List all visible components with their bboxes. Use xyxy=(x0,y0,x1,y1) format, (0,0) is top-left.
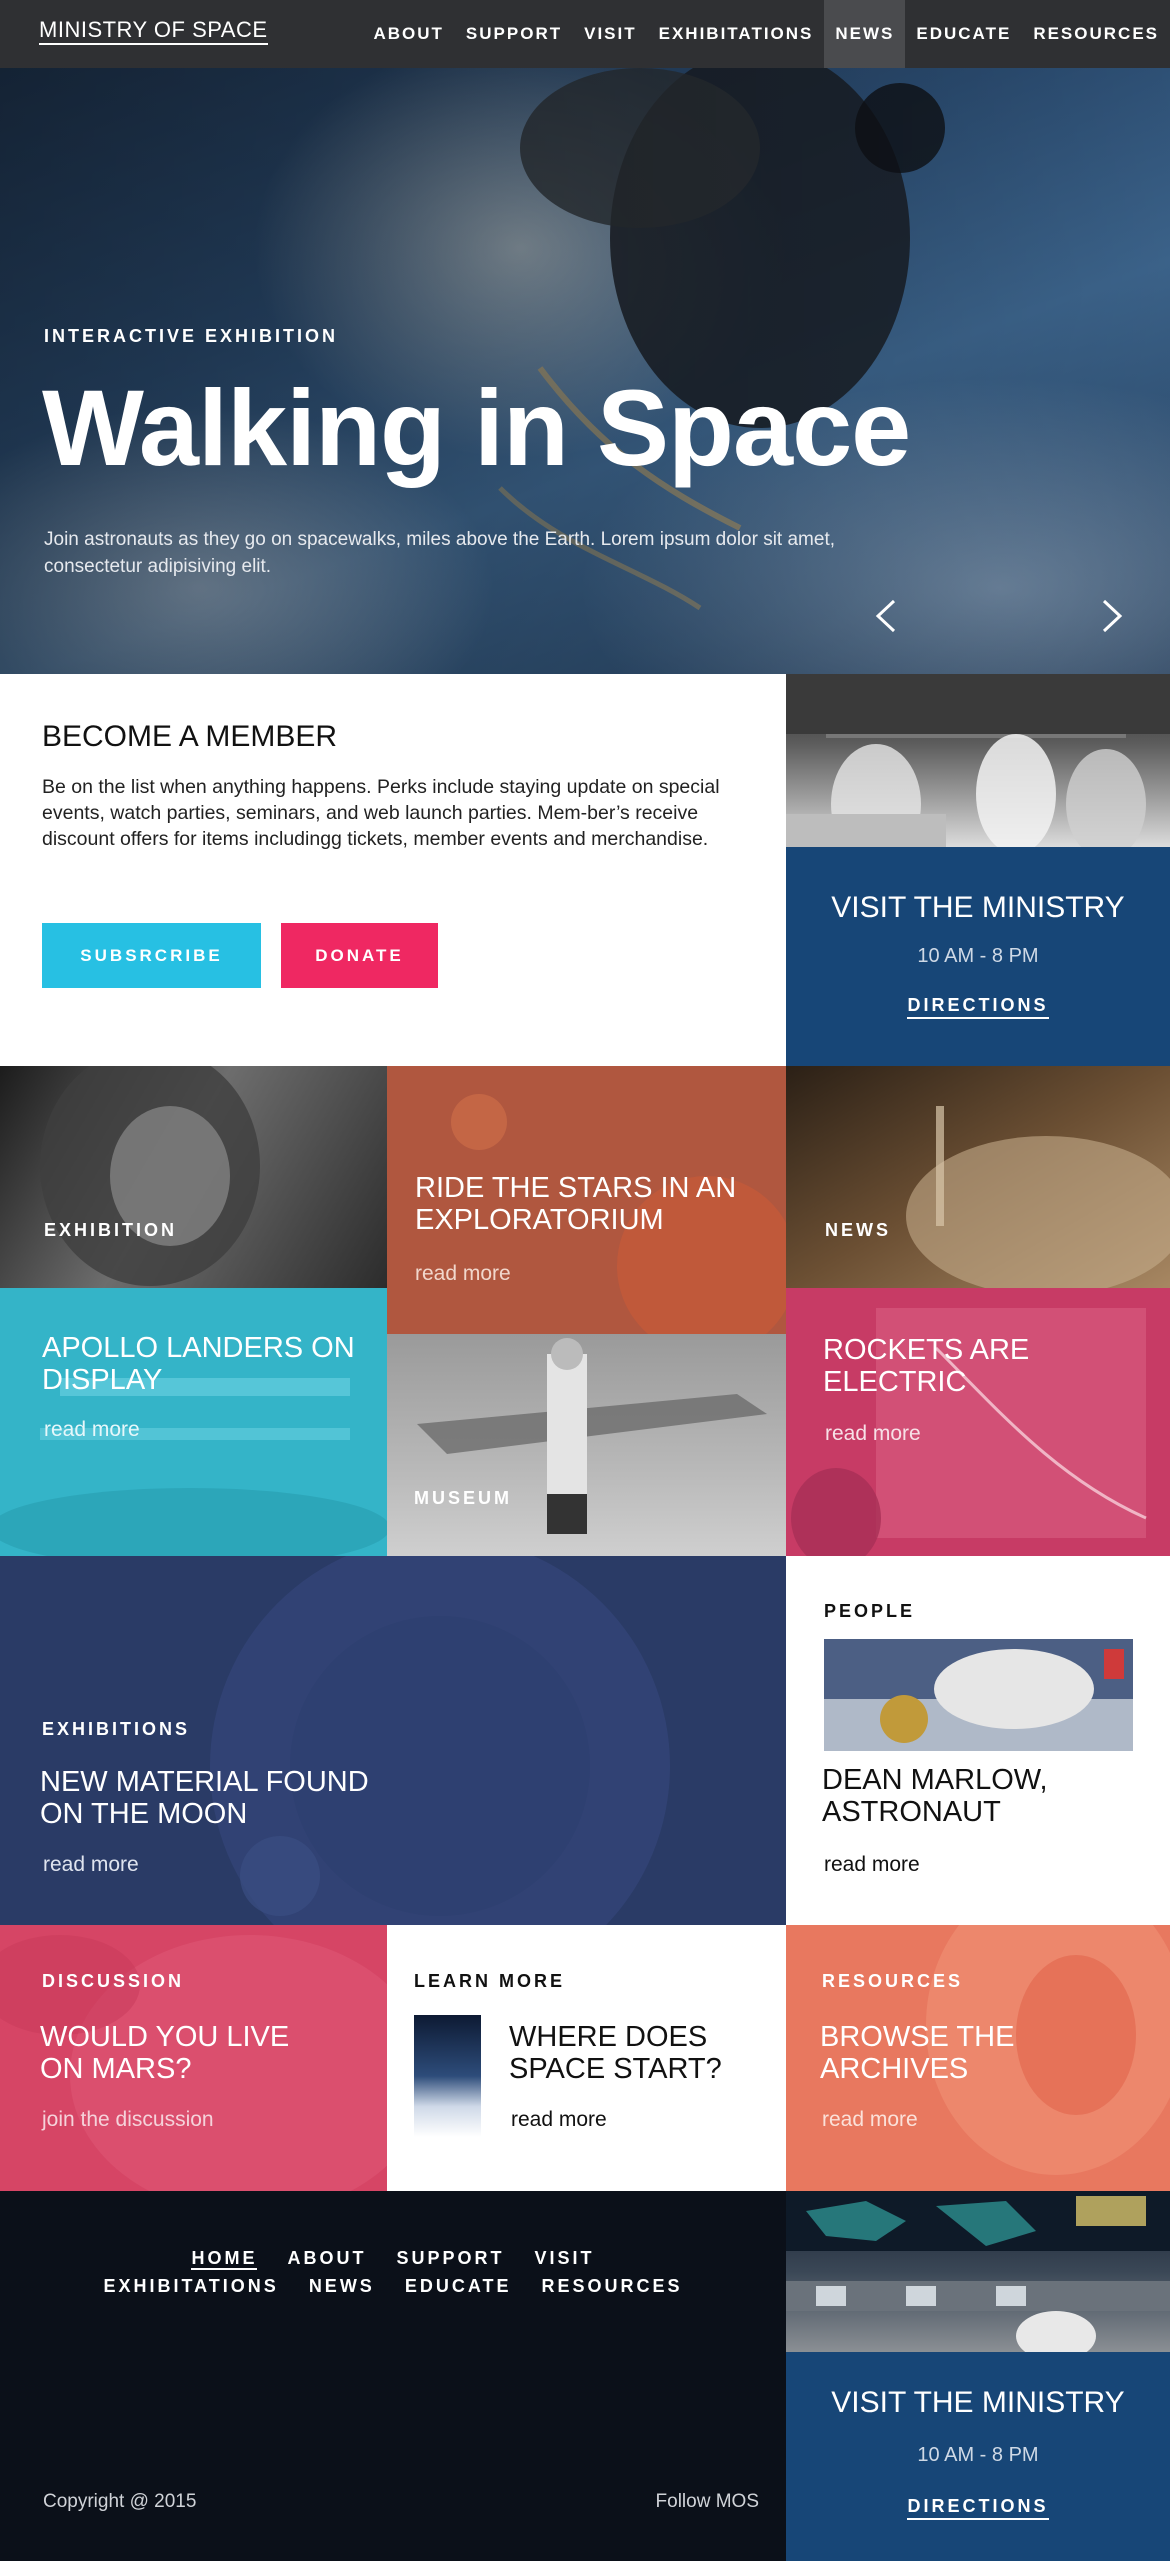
visit-hours-footer: 10 AM - 8 PM xyxy=(917,2444,1039,2466)
tile-exhibitions-title: NEW MATERIAL FOUND ON THE MOON xyxy=(40,1766,369,1830)
chevron-left-icon[interactable] xyxy=(874,598,898,641)
tile-museum[interactable]: MUSEUM xyxy=(387,1334,786,1556)
tile-exhibition[interactable]: EXHIBITION xyxy=(0,1066,387,1288)
visit-title: VISIT THE MINISTRY xyxy=(831,891,1125,924)
tile-rockets-title: ROCKETS ARE ELECTRIC xyxy=(823,1334,1030,1398)
site-logo[interactable]: MINISTRY OF SPACE xyxy=(39,19,268,45)
tile-apollo-read-more[interactable]: read more xyxy=(44,1418,140,1442)
footer-link-news[interactable]: NEWS xyxy=(309,2276,375,2296)
tile-learn-label: LEARN MORE xyxy=(414,1971,565,1991)
visit-hours: 10 AM - 8 PM xyxy=(917,945,1039,967)
tile-learn-title: WHERE DOES SPACE START? xyxy=(509,2021,722,2085)
footer-link-home[interactable]: HOME xyxy=(191,2248,258,2270)
footer-link-educate[interactable]: EDUCATE xyxy=(405,2276,512,2296)
tile-resources-read-more[interactable]: read more xyxy=(822,2108,918,2132)
tile-people-read-more[interactable]: read more xyxy=(824,1853,920,1877)
tile-discussion-title: WOULD YOU LIVE ON MARS? xyxy=(40,2021,290,2085)
top-navigation: MINISTRY OF SPACE ABOUT SUPPORT VISIT EX… xyxy=(0,0,1170,68)
tile-rockets-read-more[interactable]: read more xyxy=(825,1422,921,1446)
visit-panel-footer: VISIT THE MINISTRY 10 AM - 8 PM DIRECTIO… xyxy=(786,2352,1170,2561)
nav-links: ABOUT SUPPORT VISIT EXHIBITATIONS NEWS E… xyxy=(362,0,1170,68)
footer-link-support[interactable]: SUPPORT xyxy=(396,2248,504,2268)
hero-tag: INTERACTIVE EXHIBITION xyxy=(44,326,339,346)
astronaut-photo xyxy=(824,1639,1133,1751)
nav-link-news[interactable]: NEWS xyxy=(824,0,906,68)
visit-title-footer: VISIT THE MINISTRY xyxy=(831,2386,1125,2419)
nav-link-visit[interactable]: VISIT xyxy=(573,0,648,68)
nav-link-exhibitations[interactable]: EXHIBITATIONS xyxy=(648,0,825,68)
nav-link-about[interactable]: ABOUT xyxy=(362,0,454,68)
footer-links-row-2: EXHIBITATIONS NEWS EDUCATE RESOURCES xyxy=(0,2276,786,2297)
tile-discussion[interactable]: DISCUSSION WOULD YOU LIVE ON MARS? join … xyxy=(0,1925,387,2191)
earth-horizon-image xyxy=(414,2015,481,2137)
tile-museum-label: MUSEUM xyxy=(414,1488,512,1508)
member-title: BECOME A MEMBER xyxy=(42,720,338,753)
tile-apollo[interactable]: APOLLO LANDERS ON DISPLAY read more xyxy=(0,1288,387,1556)
footer: HOME ABOUT SUPPORT VISIT EXHIBITATIONS N… xyxy=(0,2191,786,2561)
tile-learn-more[interactable]: LEARN MORE WHERE DOES SPACE START? read … xyxy=(387,1925,786,2191)
tile-exhibition-label: EXHIBITION xyxy=(44,1220,178,1240)
tile-resources-title: BROWSE THE ARCHIVES xyxy=(820,2021,1015,2085)
tile-ride[interactable]: RIDE THE STARS IN AN EXPLORATORIUM read … xyxy=(387,1066,786,1334)
chevron-right-icon[interactable] xyxy=(1100,598,1124,641)
tile-rockets[interactable]: ROCKETS ARE ELECTRIC read more xyxy=(786,1288,1170,1556)
nav-link-support[interactable]: SUPPORT xyxy=(455,0,573,68)
donate-button[interactable]: DONATE xyxy=(281,923,438,988)
directions-link[interactable]: DIRECTIONS xyxy=(786,995,1170,1019)
hero-title: Walking in Space xyxy=(42,367,911,488)
tile-people-title: DEAN MARLOW, ASTRONAUT xyxy=(822,1764,1048,1828)
tile-people-label: PEOPLE xyxy=(824,1601,916,1621)
hero-description: Join astronauts as they go on spacewalks… xyxy=(44,529,836,577)
tile-exhibitions-read-more[interactable]: read more xyxy=(43,1853,139,1877)
hero-banner: INTERACTIVE EXHIBITION Walking in Space … xyxy=(0,68,1170,674)
tile-discussion-label: DISCUSSION xyxy=(42,1971,185,1991)
nav-link-resources[interactable]: RESOURCES xyxy=(1022,0,1170,68)
directions-link-footer[interactable]: DIRECTIONS xyxy=(786,2496,1170,2520)
footer-link-about[interactable]: ABOUT xyxy=(287,2248,366,2268)
tile-resources-label: RESOURCES xyxy=(822,1971,964,1991)
tile-discussion-link[interactable]: join the discussion xyxy=(42,2108,214,2132)
footer-link-exhibitations[interactable]: EXHIBITATIONS xyxy=(103,2276,278,2296)
membership-section: BECOME A MEMBER Be on the list when anyt… xyxy=(0,674,786,1066)
footer-link-visit[interactable]: VISIT xyxy=(535,2248,595,2268)
tile-ride-title: RIDE THE STARS IN AN EXPLORATORIUM xyxy=(415,1172,737,1236)
tile-news-label: NEWS xyxy=(825,1220,891,1240)
tile-people[interactable]: PEOPLE DEAN MARLOW, ASTRONAUT read more xyxy=(786,1556,1170,1925)
footer-link-resources[interactable]: RESOURCES xyxy=(542,2276,683,2296)
visit-panel: VISIT THE MINISTRY 10 AM - 8 PM DIRECTIO… xyxy=(786,847,1170,1066)
member-body: Be on the list when anything happens. Pe… xyxy=(42,776,720,850)
footer-links-row-1: HOME ABOUT SUPPORT VISIT xyxy=(0,2248,786,2270)
tile-exhibitions-label: EXHIBITIONS xyxy=(42,1719,191,1739)
tile-apollo-title: APOLLO LANDERS ON DISPLAY xyxy=(42,1332,355,1396)
tile-exhibitions[interactable]: EXHIBITIONS NEW MATERIAL FOUND ON THE MO… xyxy=(0,1556,786,1925)
mission-control-photo xyxy=(786,674,1170,847)
tile-ride-read-more[interactable]: read more xyxy=(415,1262,511,1286)
follow-link[interactable]: Follow MOS xyxy=(656,2491,759,2513)
subscribe-button[interactable]: SUBSRCRIBE xyxy=(42,923,261,988)
tile-resources[interactable]: RESOURCES BROWSE THE ARCHIVES read more xyxy=(786,1925,1170,2191)
tile-news[interactable]: NEWS xyxy=(786,1066,1170,1288)
nav-link-educate[interactable]: EDUCATE xyxy=(905,0,1022,68)
control-room-photo xyxy=(786,2191,1170,2352)
copyright: Copyright @ 2015 xyxy=(43,2491,197,2512)
tile-learn-read-more[interactable]: read more xyxy=(511,2108,607,2132)
